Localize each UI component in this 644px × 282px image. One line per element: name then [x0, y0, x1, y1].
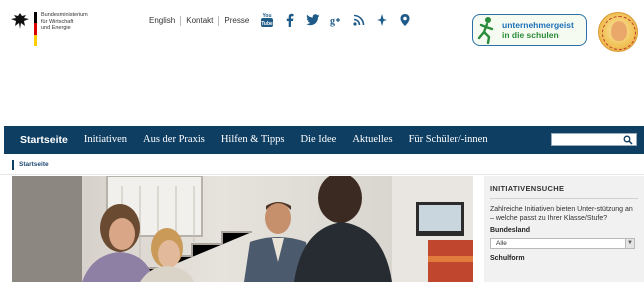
panel-description: Zahlreiche Initiativen bieten Unter-stüt… — [490, 206, 633, 222]
breadcrumb: Startseite — [0, 156, 644, 175]
delicious-icon[interactable] — [375, 12, 389, 28]
flag-stripe — [34, 12, 37, 46]
ugs-line-1: unternehmergeist — [502, 20, 574, 30]
nav-initiativen[interactable]: Initiativen — [76, 126, 135, 154]
site-header: Bundesministerium für Wirtschaft und Ene… — [0, 0, 644, 126]
award-seal — [598, 12, 638, 52]
main-navigation: Startseite Initiativen Aus der Praxis Hi… — [12, 126, 644, 154]
nav-aktuelles[interactable]: Aktuelles — [344, 126, 400, 154]
svg-text:Tube: Tube — [261, 21, 273, 27]
twitter-icon[interactable] — [306, 12, 320, 28]
breadcrumb-startseite[interactable]: Startseite — [19, 161, 49, 168]
nav-fuer-schueler[interactable]: Für Schüler/-innen — [401, 126, 496, 154]
running-figure-icon — [477, 17, 494, 44]
ugs-wordmark: unternehmergeist in die schulen — [502, 20, 574, 40]
svg-text:g: g — [330, 16, 335, 27]
rss-icon[interactable] — [352, 12, 366, 28]
unternehmergeist-logo[interactable]: unternehmergeist in die schulen — [472, 14, 587, 46]
nav-hilfen-tipps[interactable]: Hilfen & Tipps — [213, 126, 293, 154]
presse-link[interactable]: Presse — [218, 16, 254, 26]
nav-die-idee[interactable]: Die Idee — [292, 126, 344, 154]
bundesland-value: Alle — [496, 240, 507, 247]
nav-aus-der-praxis[interactable]: Aus der Praxis — [135, 126, 213, 154]
ugs-line-2: in die schulen — [502, 30, 559, 40]
search-input[interactable] — [551, 133, 637, 146]
facebook-icon[interactable] — [283, 12, 297, 28]
google-plus-icon[interactable]: g — [329, 12, 343, 28]
initiative-search-panel: INITIATIVENSUCHE Zahlreiche Initiativen … — [484, 176, 644, 282]
federal-eagle-icon — [11, 13, 29, 29]
classroom-scene-image — [12, 176, 473, 282]
social-icons: You Tube g — [260, 12, 412, 28]
ministry-line-3: und Energie — [41, 25, 71, 31]
panel-title: INITIATIVENSUCHE — [490, 184, 638, 199]
nav-left-edge — [4, 126, 12, 154]
xing-icon[interactable] — [398, 12, 412, 28]
ministry-name: Bundesministerium für Wirtschaft und Ene… — [41, 12, 121, 32]
top-navigation: English Kontakt Presse — [149, 16, 254, 26]
youtube-icon[interactable]: You Tube — [260, 12, 274, 28]
ministry-logo[interactable]: Bundesministerium für Wirtschaft und Ene… — [10, 12, 121, 46]
chevron-down-icon[interactable]: ▼ — [625, 239, 634, 248]
bundesland-label: Bundesland — [490, 227, 531, 234]
english-link[interactable]: English — [149, 16, 180, 26]
search-icon[interactable] — [623, 135, 633, 145]
svg-text:You: You — [262, 13, 271, 19]
breadcrumb-marker — [12, 160, 14, 170]
kontakt-link[interactable]: Kontakt — [180, 16, 218, 26]
bundesland-select[interactable]: Alle ▼ — [490, 238, 635, 249]
nav-startseite[interactable]: Startseite — [12, 126, 76, 154]
schulform-label: Schulform — [490, 255, 525, 262]
seal-portrait — [611, 21, 627, 41]
hero-photo — [12, 176, 473, 282]
